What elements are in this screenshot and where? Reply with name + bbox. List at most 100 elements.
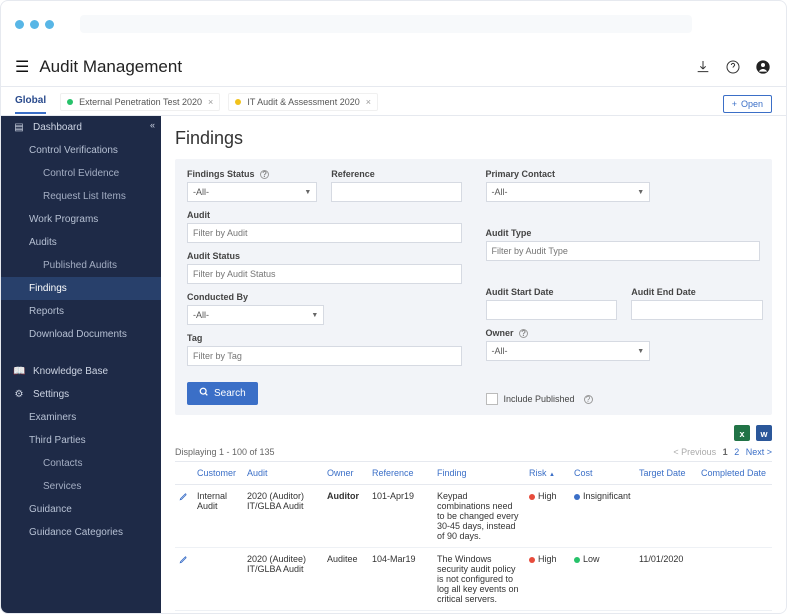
col-completed[interactable]: Completed Date xyxy=(697,462,772,485)
cell-customer: Internal Audit xyxy=(193,485,243,548)
svg-text:w: w xyxy=(759,429,768,439)
col-reference[interactable]: Reference xyxy=(368,462,433,485)
sidebar-label: Download Documents xyxy=(29,329,127,340)
help-icon[interactable] xyxy=(724,58,742,76)
page-2[interactable]: 2 xyxy=(734,447,739,457)
cell-cost: Low xyxy=(570,548,635,611)
tab-label: External Penetration Test 2020 xyxy=(79,97,202,107)
audit-type-input[interactable] xyxy=(486,241,761,261)
sidebar-label: Contacts xyxy=(43,458,82,469)
cost-dot-icon xyxy=(574,494,580,500)
sidebar-label: Control Verifications xyxy=(29,145,118,156)
download-icon[interactable] xyxy=(694,58,712,76)
conducted-by-select[interactable]: -All-▼ xyxy=(187,305,324,325)
window-dot[interactable] xyxy=(45,20,54,29)
sidebar-item[interactable]: ▤Dashboard xyxy=(1,116,161,139)
sidebar-item[interactable]: Guidance Categories xyxy=(1,521,161,544)
col-cost[interactable]: Cost xyxy=(570,462,635,485)
edit-icon[interactable] xyxy=(179,556,189,566)
table-row: 2020 (Auditee) IT/GLBA Audit Auditee 112… xyxy=(175,611,772,614)
cell-risk: High xyxy=(525,485,570,548)
sidebar-label: Guidance xyxy=(29,504,72,515)
doc-tab[interactable]: External Penetration Test 2020 × xyxy=(60,93,220,111)
close-tab-icon[interactable]: × xyxy=(208,97,213,107)
info-icon[interactable]: ? xyxy=(260,170,269,179)
tag-input[interactable] xyxy=(187,346,462,366)
cell-target xyxy=(635,485,697,548)
page-1[interactable]: 1 xyxy=(723,447,728,457)
app-title: Audit Management xyxy=(39,57,684,77)
doc-tab[interactable]: IT Audit & Assessment 2020 × xyxy=(228,93,378,111)
page-title: Findings xyxy=(175,128,772,149)
sidebar-label: Work Programs xyxy=(29,214,98,225)
filter-label: Audit Type xyxy=(486,228,761,238)
sidebar-item[interactable]: Guidance xyxy=(1,498,161,521)
owner-select[interactable]: -All-▼ xyxy=(486,341,651,361)
audit-status-input[interactable] xyxy=(187,264,462,284)
filter-label: Audit xyxy=(187,210,462,220)
sidebar-label: Dashboard xyxy=(33,122,82,133)
status-dot-icon xyxy=(67,99,73,105)
export-excel-icon[interactable]: x xyxy=(734,425,750,441)
tab-global[interactable]: Global xyxy=(15,95,46,114)
open-button[interactable]: + Open xyxy=(723,95,772,113)
reference-input[interactable] xyxy=(331,182,461,202)
sidebar-item[interactable]: Audits xyxy=(1,231,161,254)
sidebar-label: Published Audits xyxy=(43,260,117,271)
filter-label: Primary Contact xyxy=(486,169,651,179)
window-dot[interactable] xyxy=(30,20,39,29)
edit-icon[interactable] xyxy=(179,493,189,503)
sidebar-item[interactable]: Download Documents xyxy=(1,323,161,346)
col-audit[interactable]: Audit xyxy=(243,462,323,485)
pagination: < Previous 1 2 Next > xyxy=(669,447,772,457)
sidebar-item[interactable]: ⚙Settings xyxy=(1,383,161,406)
search-button[interactable]: Search xyxy=(187,382,258,405)
col-risk[interactable]: Risk ▲ xyxy=(525,462,570,485)
sidebar-item[interactable]: 📖Knowledge Base xyxy=(1,360,161,383)
sidebar-item[interactable]: Examiners xyxy=(1,406,161,429)
collapse-sidebar-icon[interactable]: « xyxy=(150,120,155,130)
info-icon[interactable]: ? xyxy=(584,395,593,404)
info-icon[interactable]: ? xyxy=(519,329,528,338)
include-published-checkbox[interactable] xyxy=(486,393,498,405)
audit-input[interactable] xyxy=(187,223,462,243)
sidebar-item[interactable]: Control Verifications xyxy=(1,139,161,162)
export-word-icon[interactable]: w xyxy=(756,425,772,441)
audit-end-date-input[interactable] xyxy=(631,300,763,320)
cell-finding: Keypad combinations need to be changed e… xyxy=(433,485,525,548)
sidebar-item[interactable]: Findings xyxy=(1,277,161,300)
col-customer[interactable]: Customer xyxy=(193,462,243,485)
sidebar-item[interactable]: Request List Items xyxy=(1,185,161,208)
col-owner[interactable]: Owner xyxy=(323,462,368,485)
hamburger-icon[interactable]: ☰ xyxy=(15,57,29,77)
sidebar-item[interactable]: Control Evidence xyxy=(1,162,161,185)
findings-status-select[interactable]: -All-▼ xyxy=(187,182,317,202)
sidebar-item[interactable]: Published Audits xyxy=(1,254,161,277)
sidebar-item[interactable]: Contacts xyxy=(1,452,161,475)
chevron-down-icon: ▼ xyxy=(304,189,311,196)
sidebar-label: Knowledge Base xyxy=(33,366,108,377)
risk-dot-icon xyxy=(529,494,535,500)
col-target[interactable]: Target Date xyxy=(635,462,697,485)
primary-contact-select[interactable]: -All-▼ xyxy=(486,182,651,202)
tab-label: IT Audit & Assessment 2020 xyxy=(247,97,359,107)
cell-owner: Auditee xyxy=(323,611,368,614)
sidebar-item[interactable]: Services xyxy=(1,475,161,498)
col-finding[interactable]: Finding xyxy=(433,462,525,485)
sidebar-label: Settings xyxy=(33,389,69,400)
window-dot[interactable] xyxy=(15,20,24,29)
sidebar-item[interactable]: Work Programs xyxy=(1,208,161,231)
url-bar[interactable] xyxy=(80,15,692,33)
sidebar-item[interactable]: Third Parties xyxy=(1,429,161,452)
cell-reference: 104-Mar19 xyxy=(368,548,433,611)
sidebar-item[interactable]: Reports xyxy=(1,300,161,323)
cell-audit: 2020 (Auditor) IT/GLBA Audit xyxy=(243,485,323,548)
next-page[interactable]: Next > xyxy=(746,447,772,457)
audit-start-date-input[interactable] xyxy=(486,300,618,320)
account-icon[interactable] xyxy=(754,58,772,76)
plus-icon: + xyxy=(732,99,737,109)
cell-finding: The Windows security audit policy is not… xyxy=(433,548,525,611)
close-tab-icon[interactable]: × xyxy=(366,97,371,107)
sidebar-label: Control Evidence xyxy=(43,168,119,179)
filter-label: Audit Status xyxy=(187,251,462,261)
